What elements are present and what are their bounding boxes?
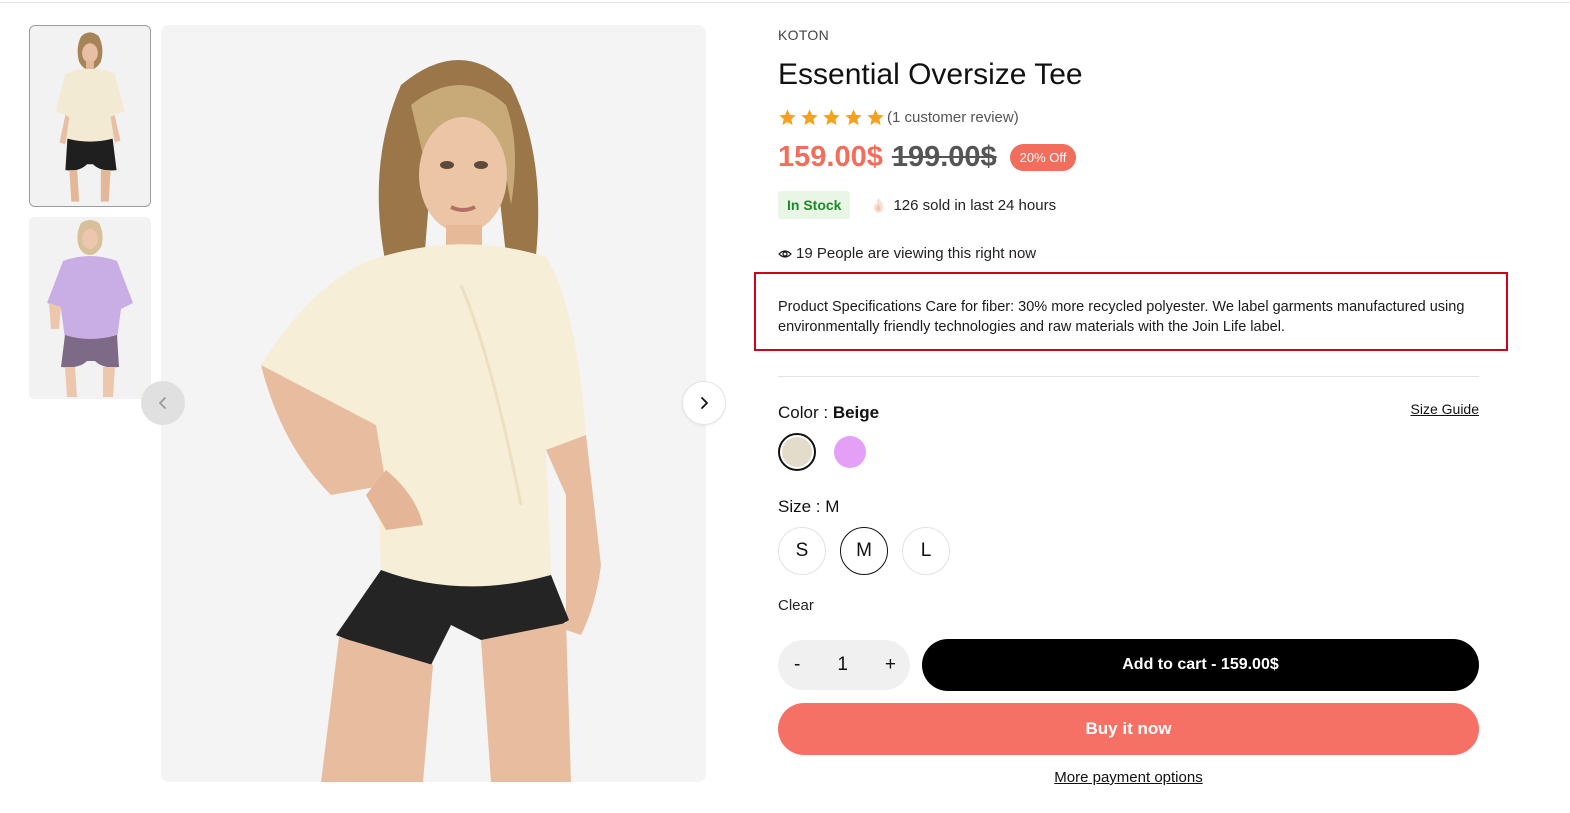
stock-badge: In Stock [778, 191, 851, 219]
current-price: 159.00$ [778, 141, 883, 173]
review-count-link[interactable]: (1 customer review) [887, 109, 1019, 126]
viewers-row: 19 People are viewing this right now [778, 245, 1036, 262]
add-to-cart-button[interactable]: Add to cart - 159.00$ [922, 639, 1479, 691]
eye-icon [778, 249, 792, 258]
model-beige-tee-image [30, 26, 150, 206]
color-label-text: Color : [778, 403, 829, 422]
size-option-l[interactable]: L [902, 527, 950, 575]
brand-name[interactable]: KOTON [778, 27, 829, 43]
viewers-text: 19 People are viewing this right now [796, 245, 1037, 262]
price-row: 159.00$ 199.00$ 20% Off [778, 141, 1077, 174]
next-image-button[interactable] [682, 381, 726, 425]
sold-count-text: 126 sold in last 24 hours [893, 196, 1057, 214]
fire-icon [874, 197, 884, 213]
color-swatch-beige[interactable] [778, 433, 816, 471]
chevron-right-icon [701, 397, 708, 409]
color-swatch-lilac[interactable] [831, 433, 869, 471]
swatch-fill [834, 436, 866, 468]
original-price: 199.00$ [891, 141, 997, 173]
swatch-fill [782, 437, 812, 467]
rating-row: (1 customer review) [778, 108, 1019, 127]
previous-image-button[interactable] [141, 381, 185, 425]
sold-count: 126 sold in last 24 hours [872, 197, 1056, 214]
size-option-m[interactable]: M [840, 527, 888, 575]
increase-quantity-button[interactable]: + [885, 654, 896, 676]
star-icon [823, 109, 840, 126]
rating-stars [778, 108, 885, 127]
stock-row: In Stock 126 sold in last 24 hours [778, 191, 1056, 219]
thumbnail-lilac-tee[interactable] [29, 217, 151, 399]
buy-now-button[interactable]: Buy it now [778, 703, 1479, 755]
model-wearing-tee-illustration [161, 25, 706, 782]
star-icon [779, 109, 796, 126]
more-payment-options: More payment options [778, 769, 1479, 786]
model-lilac-tee-image [29, 217, 151, 399]
product-specifications: Product Specifications Care for fiber: 3… [778, 299, 1465, 335]
clear-selection-button[interactable]: Clear [778, 597, 814, 614]
more-payment-options-link[interactable]: More payment options [1054, 769, 1202, 786]
top-divider [0, 2, 1570, 3]
thumbnail-beige-tee[interactable] [29, 25, 151, 207]
selected-color: Beige [832, 403, 880, 422]
size-option-s[interactable]: S [778, 527, 826, 575]
size-options: S M L [778, 527, 950, 575]
color-swatches [778, 433, 869, 471]
star-icon [801, 109, 818, 126]
size-label: Size : M [778, 497, 839, 517]
size-label-text: Size : [778, 497, 821, 516]
discount-badge: 20% Off [1009, 144, 1077, 171]
quantity-stepper: - 1 + [778, 640, 910, 690]
star-icon [845, 109, 862, 126]
star-icon [867, 109, 884, 126]
quantity-input[interactable]: 1 [837, 654, 848, 676]
main-product-image [161, 25, 706, 782]
decrease-quantity-button[interactable]: - [794, 654, 800, 676]
section-divider [778, 376, 1479, 377]
chevron-left-icon [159, 397, 166, 409]
color-label: Color : Beige [778, 403, 879, 423]
size-guide-link[interactable]: Size Guide [1411, 401, 1479, 417]
selected-size: M [825, 497, 840, 516]
product-title: Essential Oversize Tee [778, 58, 1083, 91]
